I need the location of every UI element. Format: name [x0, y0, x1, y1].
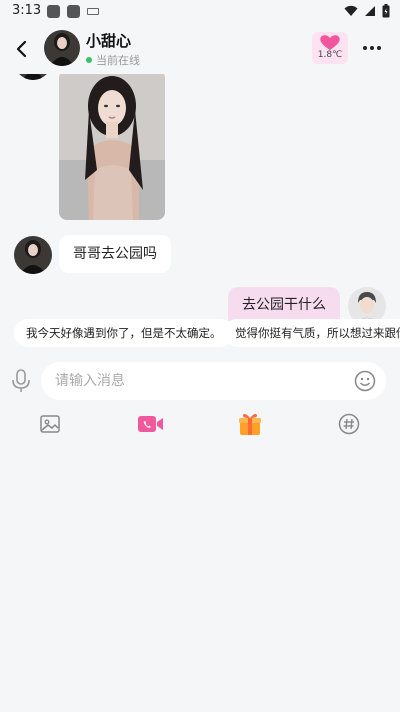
quick-reply-list: 我今天好像遇到你了，但是不太确定。 觉得你挺有气质，所以想过来跟你打	[0, 319, 400, 347]
more-dot-icon	[370, 46, 374, 50]
more-dot-icon	[363, 46, 367, 50]
contact-avatar-image	[44, 30, 80, 66]
more-dot-icon	[377, 46, 381, 50]
heart-icon	[320, 35, 340, 50]
emoji-icon	[354, 370, 376, 392]
emoji-button[interactable]	[354, 370, 376, 392]
back-button[interactable]	[10, 36, 34, 62]
image-icon	[40, 415, 60, 433]
signal-icon	[365, 6, 375, 16]
contact-message-avatar[interactable]	[14, 236, 52, 274]
microphone-icon	[12, 369, 30, 392]
message-input[interactable]	[55, 362, 345, 400]
keyboard-icon	[87, 8, 99, 15]
video-call-icon	[138, 416, 163, 432]
send-image-button[interactable]	[38, 412, 64, 436]
video-call-button[interactable]	[137, 412, 163, 436]
more-options-button[interactable]	[360, 38, 384, 58]
contact-avatar[interactable]	[44, 30, 80, 66]
gift-icon	[239, 414, 261, 435]
incoming-message-bubble[interactable]: 哥哥去公园吗	[59, 235, 171, 273]
intimacy-temperature-badge[interactable]: 1.8℃	[312, 32, 348, 64]
image-message[interactable]	[59, 74, 165, 220]
contact-avatar-image	[14, 74, 52, 80]
contact-avatar-image	[14, 236, 52, 274]
back-arrow-icon	[16, 40, 27, 58]
contact-message-avatar[interactable]	[14, 74, 52, 80]
status-bar: 3:13	[0, 0, 400, 24]
battery-icon	[382, 4, 390, 18]
online-status: 当前在线	[86, 52, 140, 68]
quick-reply-chip[interactable]: 觉得你挺有气质，所以想过来跟你打	[223, 319, 400, 347]
send-gift-button[interactable]	[237, 412, 263, 436]
status-time: 3:13	[12, 3, 42, 18]
notification-icon	[47, 5, 60, 18]
quick-reply-chip[interactable]: 我今天好像遇到你了，但是不太确定。	[14, 319, 234, 347]
online-status-label: 当前在线	[96, 54, 140, 67]
chat-header: 小甜心 当前在线 1.8℃	[0, 24, 400, 74]
message-list[interactable]: 哥哥去公园吗 去公园干什么	[0, 74, 400, 354]
voice-input-button[interactable]	[10, 368, 32, 394]
message-composer	[41, 362, 386, 400]
temperature-value: 1.8℃	[317, 50, 343, 60]
notification-icon	[67, 5, 80, 18]
wifi-icon	[344, 5, 358, 16]
online-dot-icon	[86, 57, 92, 63]
hashtag-icon	[338, 413, 360, 435]
contact-name: 小甜心	[86, 32, 132, 50]
topic-button[interactable]	[337, 412, 363, 436]
status-icons	[344, 4, 390, 18]
photo-image	[59, 74, 165, 220]
